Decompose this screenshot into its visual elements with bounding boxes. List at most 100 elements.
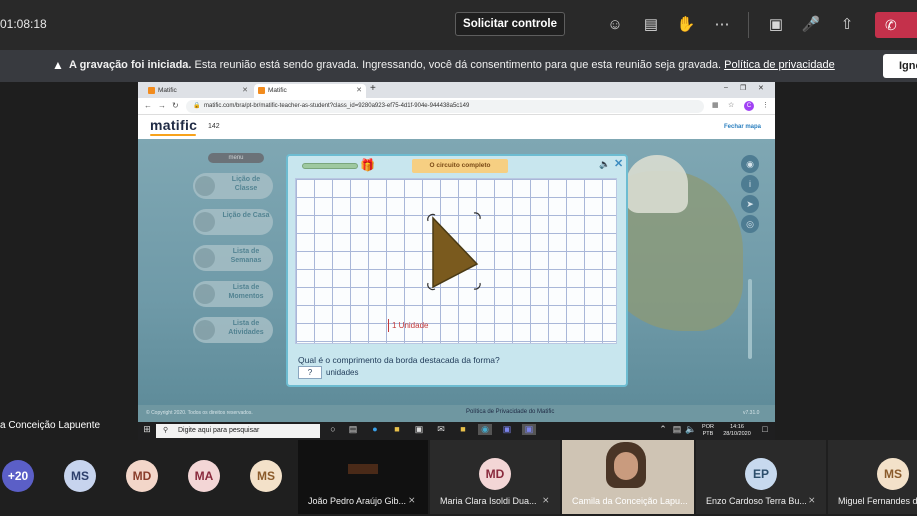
participant-name: Enzo Cardoso Terra Bu... — [706, 496, 806, 506]
participant-initials: EP — [745, 458, 777, 490]
request-control-button[interactable]: Solicitar controle — [455, 12, 565, 36]
privacy-link[interactable]: Política de Privacidade do Matific — [466, 409, 554, 415]
hang-up-icon: ✆ — [885, 17, 897, 33]
activity-modal: 🎁 O circuito completo 🔈 ✕ 1 Unidade Qual… — [286, 154, 628, 387]
hang-up-button[interactable]: ✆ — [875, 12, 917, 38]
close-tab-icon[interactable]: ✕ — [242, 84, 248, 98]
language-indicator[interactable]: POR PTB — [700, 424, 716, 438]
more-icon[interactable]: ⋯ — [711, 14, 733, 36]
menu-item-label: Lição de Casa — [222, 212, 270, 219]
chrome-icon[interactable]: ◉ — [478, 424, 492, 435]
chat-icon[interactable]: ▤ — [640, 14, 662, 36]
minimize-icon[interactable]: – — [724, 84, 728, 91]
map-mountain — [626, 155, 688, 213]
language-code: POR — [702, 424, 714, 430]
mic-off-icon[interactable]: 🎤 — [800, 14, 822, 36]
back-icon[interactable]: ← — [144, 101, 152, 110]
reload-icon[interactable]: ↻ — [172, 101, 179, 110]
file-explorer-icon[interactable]: ■ — [390, 424, 404, 434]
unit-marker — [388, 319, 389, 332]
menu-item-class-lesson[interactable]: Lição de Classe — [193, 173, 273, 199]
triangle-shape[interactable] — [432, 216, 479, 289]
camera-off-icon[interactable]: ▣ — [765, 14, 787, 36]
menu-item-label: Lição de Classe — [231, 176, 261, 192]
participant-avatar[interactable]: MD — [126, 460, 158, 492]
participant-tile-video[interactable]: Camila da Conceição Lapu... — [562, 440, 694, 514]
overflow-participants[interactable]: +20 — [2, 460, 34, 492]
forward-icon[interactable]: → — [158, 101, 166, 110]
meeting-timer: 01:08:18 — [0, 17, 47, 31]
close-tab-icon[interactable]: ✕ — [356, 84, 362, 98]
task-view-icon[interactable]: ▤ — [346, 424, 360, 435]
taskbar-search[interactable]: ⚲ Digite aqui para pesquisar — [156, 424, 320, 438]
extension-icon[interactable]: ▦ — [712, 101, 719, 109]
mute-sound-icon[interactable]: 🔈 — [599, 159, 610, 170]
tray-expand-icon[interactable]: ⌃ — [656, 424, 670, 435]
new-tab-icon[interactable]: + — [370, 83, 376, 94]
rotate-handle[interactable] — [473, 212, 481, 220]
triangle-shape-svg[interactable] — [296, 179, 618, 345]
recording-body-text: Esta reunião está sendo gravada. Ingress… — [191, 59, 725, 71]
browser-window: Matific ✕ Matific ✕ + – ❐ ✕ ← → ↻ 🔒 mati… — [138, 82, 775, 422]
menu-item-homework[interactable]: Lição de Casa — [193, 209, 273, 235]
matific-logo[interactable]: matific — [150, 117, 197, 133]
close-map-link[interactable]: Fechar mapa — [724, 124, 761, 130]
volume-icon[interactable]: 🔈 — [684, 424, 698, 435]
participant-avatar[interactable]: MA — [188, 460, 220, 492]
matific-header: matific 142 Fechar mapa — [138, 115, 775, 139]
windows-taskbar: ⊞ ⚲ Digite aqui para pesquisar ○ ▤ ● ■ ▣… — [138, 422, 775, 440]
coin-count: 142 — [208, 123, 220, 130]
zoom-slider[interactable] — [748, 279, 752, 359]
shared-screen: a Conceição Lapuente Matific ✕ Matific ✕… — [0, 82, 917, 440]
compass-icon[interactable]: ➤ — [741, 195, 759, 213]
close-activity-icon[interactable]: ✕ — [614, 157, 623, 170]
network-icon[interactable]: ▤ — [670, 424, 684, 435]
teams-app-icon[interactable]: ▣ — [500, 424, 514, 435]
clock[interactable]: 14:16 28/10/2020 — [722, 424, 752, 438]
browser-menu-icon[interactable]: ⋮ — [762, 101, 769, 109]
store-icon[interactable]: ▣ — [412, 424, 426, 435]
location-icon[interactable]: ◎ — [741, 215, 759, 233]
ignore-button[interactable]: Igno — [883, 54, 917, 78]
participant-tile[interactable]: João Pedro Araújo Gib... ⨯ — [298, 440, 428, 514]
browser-tab-2[interactable]: Matific ✕ — [254, 84, 366, 98]
folder-icon[interactable]: ■ — [456, 424, 470, 434]
rotate-handle[interactable] — [473, 282, 481, 290]
notifications-icon[interactable]: □ — [758, 424, 772, 434]
edge-icon[interactable]: ● — [368, 424, 382, 434]
restore-icon[interactable]: ❐ — [740, 84, 746, 92]
participant-avatar[interactable]: MS — [64, 460, 96, 492]
version-text: v7.31.0 — [743, 410, 760, 416]
windows-start-icon[interactable]: ⊞ — [140, 424, 154, 435]
mail-icon[interactable]: ✉ — [434, 424, 448, 435]
info-icon[interactable]: i — [741, 175, 759, 193]
raise-hand-icon[interactable]: ✋ — [675, 14, 697, 36]
teams-active-icon[interactable]: ▣ — [522, 424, 536, 435]
participant-tile[interactable]: MD Maria Clara Isoldi Dua... ⨯ — [430, 440, 560, 514]
menu-item-label: Lista de Semanas — [230, 248, 262, 264]
menu-item-icon — [195, 248, 215, 268]
cortana-icon[interactable]: ○ — [326, 424, 340, 434]
menu-item-moments[interactable]: Lista de Momentos — [193, 281, 273, 307]
mic-off-icon: ⨯ — [542, 495, 550, 505]
recording-bold-text: A gravação foi iniciada. — [69, 59, 192, 71]
participants-icon[interactable]: ☺ — [604, 14, 626, 36]
menu-item-weeks[interactable]: Lista de Semanas — [193, 245, 273, 271]
eye-icon[interactable]: ◉ — [741, 155, 759, 173]
answer-input[interactable]: ? — [298, 366, 322, 379]
teams-meeting-window: 01:08:18 Solicitar controle ☺ ▤ ✋ ⋯ ▣ 🎤 … — [0, 0, 917, 516]
window-close-icon[interactable]: ✕ — [758, 84, 764, 92]
participant-tile[interactable]: MS Miguel Fernandes de — [828, 440, 917, 514]
share-tray-icon[interactable]: ⇧ — [836, 14, 858, 36]
lock-icon: 🔒 — [193, 103, 201, 109]
browser-tab-1[interactable]: Matific ✕ — [144, 84, 252, 98]
progress-bar — [302, 163, 358, 169]
menu-item-icon — [195, 320, 215, 340]
profile-avatar[interactable]: C — [744, 101, 754, 111]
menu-item-activities[interactable]: Lista de Atividades — [193, 317, 273, 343]
url-field[interactable]: 🔒 matific.com/bra/pt-br/matific-teacher-… — [186, 100, 704, 113]
bookmark-star-icon[interactable]: ☆ — [728, 101, 734, 109]
privacy-policy-link[interactable]: Política de privacidade — [724, 59, 835, 71]
participant-avatar[interactable]: MS — [250, 460, 282, 492]
participant-tile[interactable]: EP Enzo Cardoso Terra Bu... ⨯ — [696, 440, 826, 514]
